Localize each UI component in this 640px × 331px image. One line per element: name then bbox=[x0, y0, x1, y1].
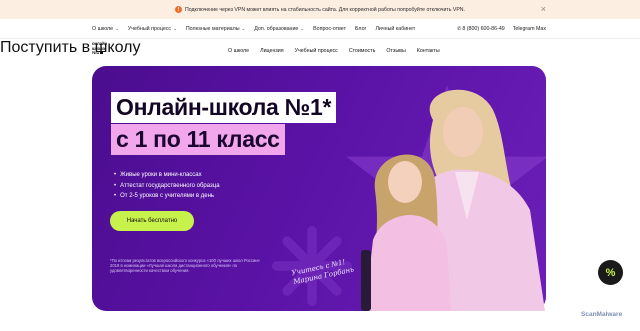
phone-icon: ✆ bbox=[457, 25, 462, 32]
topnav-item-faq[interactable]: Вопрос-ответ bbox=[313, 26, 346, 32]
chevron-down-icon: ⌄ bbox=[241, 25, 246, 31]
phone-link[interactable]: ✆8 (800) 600-86-49 bbox=[457, 26, 505, 32]
topnav-item-materials[interactable]: Полезные материалы ⌄ bbox=[186, 26, 245, 32]
close-icon[interactable]: × bbox=[541, 4, 546, 14]
hero-photo-mother-daughter bbox=[361, 89, 545, 311]
vpn-alert-banner: ! Подключение через VPN может влиять на … bbox=[0, 0, 640, 19]
hero-footnote: *По итогам результатов всероссийского ко… bbox=[110, 258, 260, 274]
topnav-item-learning[interactable]: Учебный процесс ⌄ bbox=[128, 26, 177, 32]
topnav-item-blog[interactable]: Блог bbox=[355, 26, 366, 32]
start-free-button[interactable]: Начать бесплатно bbox=[110, 211, 194, 231]
enroll-button[interactable]: Поступить в школу bbox=[0, 38, 640, 62]
chevron-down-icon: ⌄ bbox=[115, 25, 119, 31]
hero-title-line2: с 1 по 11 класс bbox=[111, 124, 285, 155]
chevron-down-icon: ⌄ bbox=[300, 25, 305, 31]
telegram-max-link[interactable]: Telegram Max bbox=[513, 26, 546, 32]
discount-percent-icon[interactable]: % bbox=[598, 260, 623, 285]
list-item: Живые уроки в мини-классах bbox=[114, 170, 220, 181]
watermark-text: ScanMalware bbox=[581, 311, 623, 318]
topnav-item-about[interactable]: О школе ⌄ bbox=[92, 26, 119, 32]
list-item: От 2-5 уроков с учителями в день bbox=[114, 191, 220, 202]
chevron-down-icon: ⌄ bbox=[173, 25, 177, 31]
vpn-alert-text: Подключение через VPN может влиять на ст… bbox=[185, 6, 465, 13]
warning-icon: ! bbox=[175, 6, 182, 13]
hero-benefits-list: Живые уроки в мини-классах Аттестат госу… bbox=[114, 170, 220, 202]
topnav-item-account[interactable]: Личный кабинет bbox=[375, 26, 415, 32]
topnav-item-extra-education[interactable]: Доп. образование ⌄ bbox=[254, 26, 304, 32]
hero-title-line1: Онлайн-школа №1* bbox=[111, 92, 337, 123]
top-utility-bar: О школе ⌄ Учебный процесс ⌄ Полезные матер… bbox=[0, 19, 640, 38]
list-item: Аттестат государственного образца bbox=[114, 181, 219, 192]
